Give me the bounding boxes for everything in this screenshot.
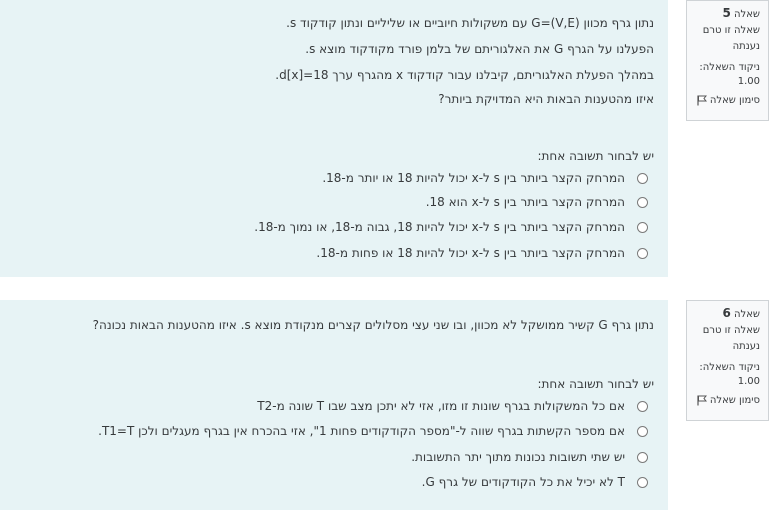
question-state: שאלה זו טרם נענתה (702, 325, 760, 352)
grade-value: 1.00 (737, 376, 760, 387)
question-text-line: במהלך הפעלת האלגוריתם, קיבלנו עבור קודקו… (275, 68, 654, 82)
question-6-content: נתון גרף G קשיר ממושקל לא מכוון, ובו שני… (0, 300, 668, 510)
answer-option-label[interactable]: המרחק הקצר ביותר בין s ל-x יכול להיות 18… (254, 220, 625, 234)
answer-option[interactable]: יש שתי תשובות נכונות מתוך יתר התשובות. (411, 450, 648, 464)
question-number-value: 5 (722, 6, 731, 20)
question-5-content: נתון גרף מכוון G=(V,E) עם משקולות חיוביי… (0, 0, 668, 277)
flag-label[interactable]: סימון שאלה (710, 395, 760, 406)
answer-option-label[interactable]: אם כל המשקולות בגרף שונות זו מזו, אזי לא… (257, 399, 625, 413)
answer-option-label[interactable]: המרחק הקצר ביותר בין s ל-x יכול להיות 18… (322, 171, 625, 185)
answer-option[interactable]: המרחק הקצר ביותר בין s ל-x יכול להיות 18… (254, 220, 648, 234)
question-text-line: הפעלנו על הגרף G את האלגוריתם של בלמן פו… (305, 42, 654, 56)
question-text-line: נתון גרף מכוון G=(V,E) עם משקולות חיוביי… (286, 16, 654, 30)
flag-label[interactable]: סימון שאלה (710, 95, 760, 106)
radio-button[interactable] (637, 451, 648, 463)
question-label: שאלה (734, 9, 760, 20)
question-label: שאלה (734, 309, 760, 320)
flag-icon[interactable] (697, 395, 707, 406)
question-6-text: נתון גרף G קשיר ממושקל לא מכוון, ובו שני… (93, 314, 654, 336)
question-6-info: שאלה 6 שאלה זו טרם נענתה ניקוד השאלה: 1.… (686, 300, 769, 421)
radio-button[interactable] (637, 221, 648, 233)
answer-option[interactable]: המרחק הקצר ביותר בין s ל-x הוא 18. (426, 195, 648, 209)
answer-option-label[interactable]: המרחק הקצר ביותר בין s ל-x יכול להיות 18… (316, 246, 625, 260)
question-5-info: שאלה 5 שאלה זו טרם נענתה ניקוד השאלה: 1.… (686, 0, 769, 121)
question-5-text: נתון גרף מכוון G=(V,E) עם משקולות חיוביי… (275, 12, 654, 110)
question-text-line: איזו מהטענות הבאות היא המדויקת ביותר? (438, 92, 654, 106)
radio-button[interactable] (637, 172, 648, 184)
flag-question-link[interactable]: סימון שאלה (693, 95, 760, 106)
radio-button[interactable] (637, 425, 648, 437)
question-number: שאלה 6 (693, 306, 760, 320)
question-grade: ניקוד השאלה: 1.00 (693, 61, 760, 89)
grade-label: ניקוד השאלה: (699, 362, 760, 373)
answer-option-label[interactable]: אם מספר הקשתות בגרף שווה ל-"מספר הקודקוד… (98, 424, 625, 438)
question-grade: ניקוד השאלה: 1.00 (693, 361, 760, 389)
answer-prompt: יש לבחור תשובה אחת: (537, 377, 655, 391)
answer-option[interactable]: אם כל המשקולות בגרף שונות זו מזו, אזי לא… (257, 399, 648, 413)
answer-option-label[interactable]: יש שתי תשובות נכונות מתוך יתר התשובות. (411, 450, 625, 464)
question-state: שאלה זו טרם נענתה (702, 25, 760, 52)
radio-button[interactable] (637, 247, 648, 259)
question-text-line: נתון גרף G קשיר ממושקל לא מכוון, ובו שני… (92, 318, 654, 332)
answer-option-label[interactable]: T לא יכיל את כל הקודקודים של גרף G. (422, 475, 625, 489)
radio-button[interactable] (637, 400, 648, 412)
answer-option[interactable]: המרחק הקצר ביותר בין s ל-x יכול להיות 18… (322, 171, 648, 185)
radio-button[interactable] (637, 196, 648, 208)
answer-option[interactable]: אם מספר הקשתות בגרף שווה ל-"מספר הקודקוד… (98, 424, 648, 438)
question-number: שאלה 5 (693, 6, 760, 20)
grade-label: ניקוד השאלה: (699, 62, 760, 73)
flag-icon[interactable] (697, 95, 707, 106)
flag-question-link[interactable]: סימון שאלה (693, 395, 760, 406)
answer-prompt: יש לבחור תשובה אחת: (537, 149, 655, 163)
answer-option[interactable]: המרחק הקצר ביותר בין s ל-x יכול להיות 18… (316, 246, 648, 260)
grade-value: 1.00 (737, 76, 760, 87)
radio-button[interactable] (637, 476, 648, 488)
answer-option-label[interactable]: המרחק הקצר ביותר בין s ל-x הוא 18. (426, 195, 625, 209)
answer-option[interactable]: T לא יכיל את כל הקודקודים של גרף G. (422, 475, 648, 489)
question-number-value: 6 (722, 306, 731, 320)
